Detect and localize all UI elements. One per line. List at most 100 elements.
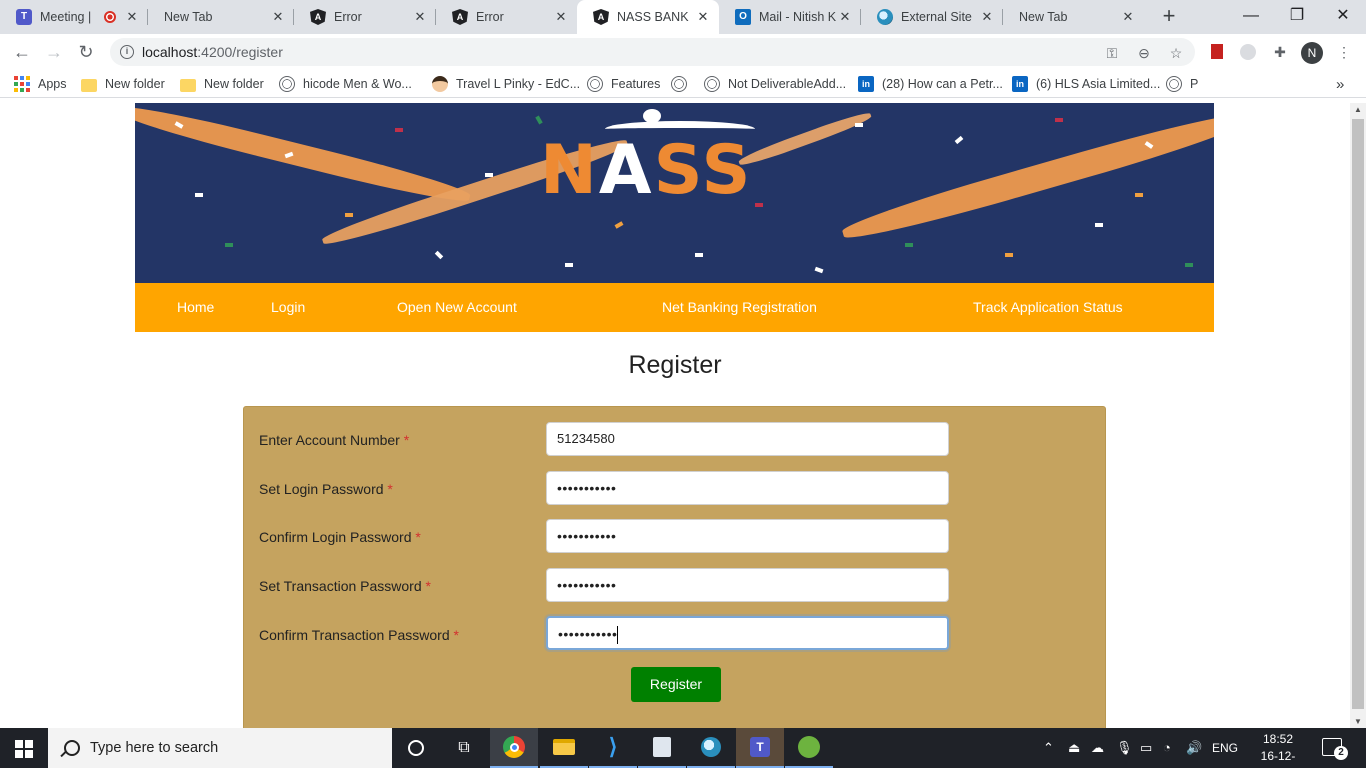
browser-toolbar: ← → ↻ i localhost:4200/register ⚿ ⊖ ☆ ✚ … (0, 34, 1366, 70)
bookmark-folder-1[interactable]: New folder (81, 75, 165, 93)
language-indicator[interactable]: ENG (1212, 728, 1238, 768)
taskbar-clock[interactable]: 18:52 16-12-2020 (1248, 731, 1308, 782)
register-form: Enter Account Number * 51234580 Set Logi… (243, 406, 1106, 728)
windows-start-icon[interactable] (0, 728, 48, 768)
app-pad-icon[interactable] (638, 728, 686, 768)
confirm-transaction-password-label: Confirm Transaction Password * (259, 627, 459, 643)
tab-mail[interactable]: O Mail - Nitish K ✕ (719, 0, 861, 34)
page-scrollbar[interactable]: ▲ ▼ (1350, 103, 1366, 728)
bookmark-hicode[interactable]: hicode Men & Wo... (279, 75, 412, 93)
clock-time: 18:52 (1262, 732, 1294, 746)
nav-home[interactable]: Home (177, 283, 214, 332)
teams-app-icon[interactable]: T (736, 728, 784, 768)
bookmark-star-icon[interactable]: ☆ (1167, 44, 1185, 62)
bookmark-travel[interactable]: Travel L Pinky - EdC... (432, 75, 580, 93)
tab-error-1[interactable]: A Error ✕ (294, 0, 436, 34)
tab-new-tab-2[interactable]: New Tab ✕ (1003, 0, 1144, 34)
taskbar-search[interactable]: Type here to search (48, 728, 392, 768)
volume-icon[interactable]: 🔊 (1186, 728, 1202, 768)
transaction-password-field[interactable]: ••••••••••• (546, 568, 949, 602)
tab-meeting[interactable]: T Meeting | ✕ (0, 0, 148, 34)
bookmark-linkedin-1[interactable]: in (28) How can a Petr... (858, 75, 1003, 93)
page-content: NASS Home Login Open New Account Net Ban… (0, 103, 1350, 728)
bookmark-label: New folder (204, 77, 264, 91)
close-icon[interactable]: ✕ (412, 9, 428, 25)
nav-net-banking-registration[interactable]: Net Banking Registration (662, 283, 817, 332)
close-icon[interactable]: ✕ (979, 9, 995, 25)
tab-external-site[interactable]: External Site ✕ (861, 0, 1003, 34)
tab-title: Meeting | (40, 10, 92, 24)
nav-login[interactable]: Login (271, 283, 305, 332)
close-icon[interactable]: ✕ (124, 9, 140, 25)
login-password-field[interactable]: ••••••••••• (546, 471, 949, 505)
close-icon[interactable]: ✕ (553, 9, 569, 25)
window-close-icon[interactable]: ✕ (1320, 0, 1366, 34)
wifi-icon[interactable]: ◔ (1163, 728, 1171, 768)
back-arrow-icon[interactable]: ← (8, 38, 36, 66)
battery-icon[interactable]: ▭ (1140, 728, 1152, 768)
confirm-login-password-field[interactable]: ••••••••••• (546, 519, 949, 553)
globe-icon (1166, 76, 1182, 92)
onedrive-cloud-icon[interactable]: ☁ (1091, 728, 1104, 768)
tab-new-tab-1[interactable]: New Tab ✕ (148, 0, 294, 34)
text-caret (617, 626, 619, 645)
address-bar[interactable]: i localhost:4200/register (110, 38, 1195, 66)
browser-menu-icon[interactable]: ⋮ (1334, 42, 1354, 62)
task-view-icon[interactable]: ⧉ (440, 728, 488, 768)
close-icon[interactable]: ✕ (837, 9, 853, 25)
extension-red-icon[interactable] (1207, 42, 1227, 62)
confirm-transaction-password-field[interactable]: ••••••••••• (546, 616, 949, 650)
external-site-icon (877, 9, 893, 25)
nav-open-new-account[interactable]: Open New Account (397, 283, 517, 332)
zoom-icon[interactable]: ⊖ (1135, 44, 1153, 62)
bookmark-apps[interactable]: Apps (14, 75, 67, 93)
bookmark-folder-2[interactable]: New folder (180, 75, 264, 93)
search-icon (64, 740, 80, 756)
scrollbar-thumb[interactable] (1352, 119, 1364, 709)
site-info-icon[interactable]: i (120, 45, 134, 59)
scroll-down-icon[interactable]: ▼ (1350, 717, 1366, 726)
tab-title: Error (334, 10, 362, 24)
register-button[interactable]: Register (631, 667, 721, 702)
bookmark-p[interactable]: P (1166, 75, 1198, 93)
bookmark-label: P (1190, 77, 1199, 91)
chrome-icon[interactable] (490, 728, 538, 768)
close-icon[interactable]: ✕ (695, 9, 711, 25)
bookmarks-overflow-icon[interactable]: » (1336, 75, 1344, 93)
bookmark-unnamed[interactable] (671, 75, 695, 93)
cortana-icon[interactable] (392, 728, 440, 768)
reload-icon[interactable]: ↻ (72, 38, 100, 66)
tray-usb-icon[interactable]: ⏏ (1068, 728, 1080, 768)
account-number-label: Enter Account Number * (259, 432, 410, 448)
tray-chevron-icon[interactable]: ⌃ (1043, 728, 1054, 768)
scroll-up-icon[interactable]: ▲ (1350, 105, 1366, 114)
ribbon-decoration (737, 109, 873, 169)
profile-avatar[interactable]: N (1301, 42, 1323, 64)
minimize-icon[interactable]: — (1228, 0, 1274, 34)
spring-tool-icon[interactable] (785, 728, 833, 768)
account-number-field[interactable]: 51234580 (546, 422, 949, 456)
extension-grey-icon[interactable] (1238, 42, 1258, 62)
microphone-icon[interactable]: 🎙 (1116, 728, 1133, 768)
close-icon[interactable]: ✕ (270, 9, 286, 25)
extensions-puzzle-icon[interactable]: ✚ (1270, 42, 1290, 62)
bookmark-linkedin-2[interactable]: in (6) HLS Asia Limited... (1012, 75, 1160, 93)
angular-icon: A (593, 9, 609, 25)
close-icon[interactable]: ✕ (1120, 9, 1136, 25)
file-explorer-icon[interactable] (540, 728, 588, 768)
tab-nass-bank[interactable]: A NASS BANK ✕ (577, 0, 719, 34)
external-site-app-icon[interactable] (687, 728, 735, 768)
tab-title: New Tab (1019, 10, 1068, 24)
key-icon[interactable]: ⚿ (1103, 44, 1121, 62)
bookmark-label: Not DeliverableAdd... (728, 77, 847, 91)
new-tab-plus-icon[interactable]: + (1156, 4, 1182, 30)
notification-count-badge: 2 (1334, 746, 1348, 760)
bookmark-features[interactable]: Features (587, 75, 660, 93)
vscode-icon[interactable]: ⟩ (589, 728, 637, 768)
forward-arrow-icon[interactable]: → (40, 38, 68, 66)
tab-error-2[interactable]: A Error ✕ (436, 0, 577, 34)
tab-title: Error (476, 10, 504, 24)
bookmark-not-deliverable[interactable]: Not DeliverableAdd... (704, 75, 846, 93)
restore-icon[interactable]: ❐ (1274, 0, 1320, 34)
nav-track-application-status[interactable]: Track Application Status (973, 283, 1123, 332)
